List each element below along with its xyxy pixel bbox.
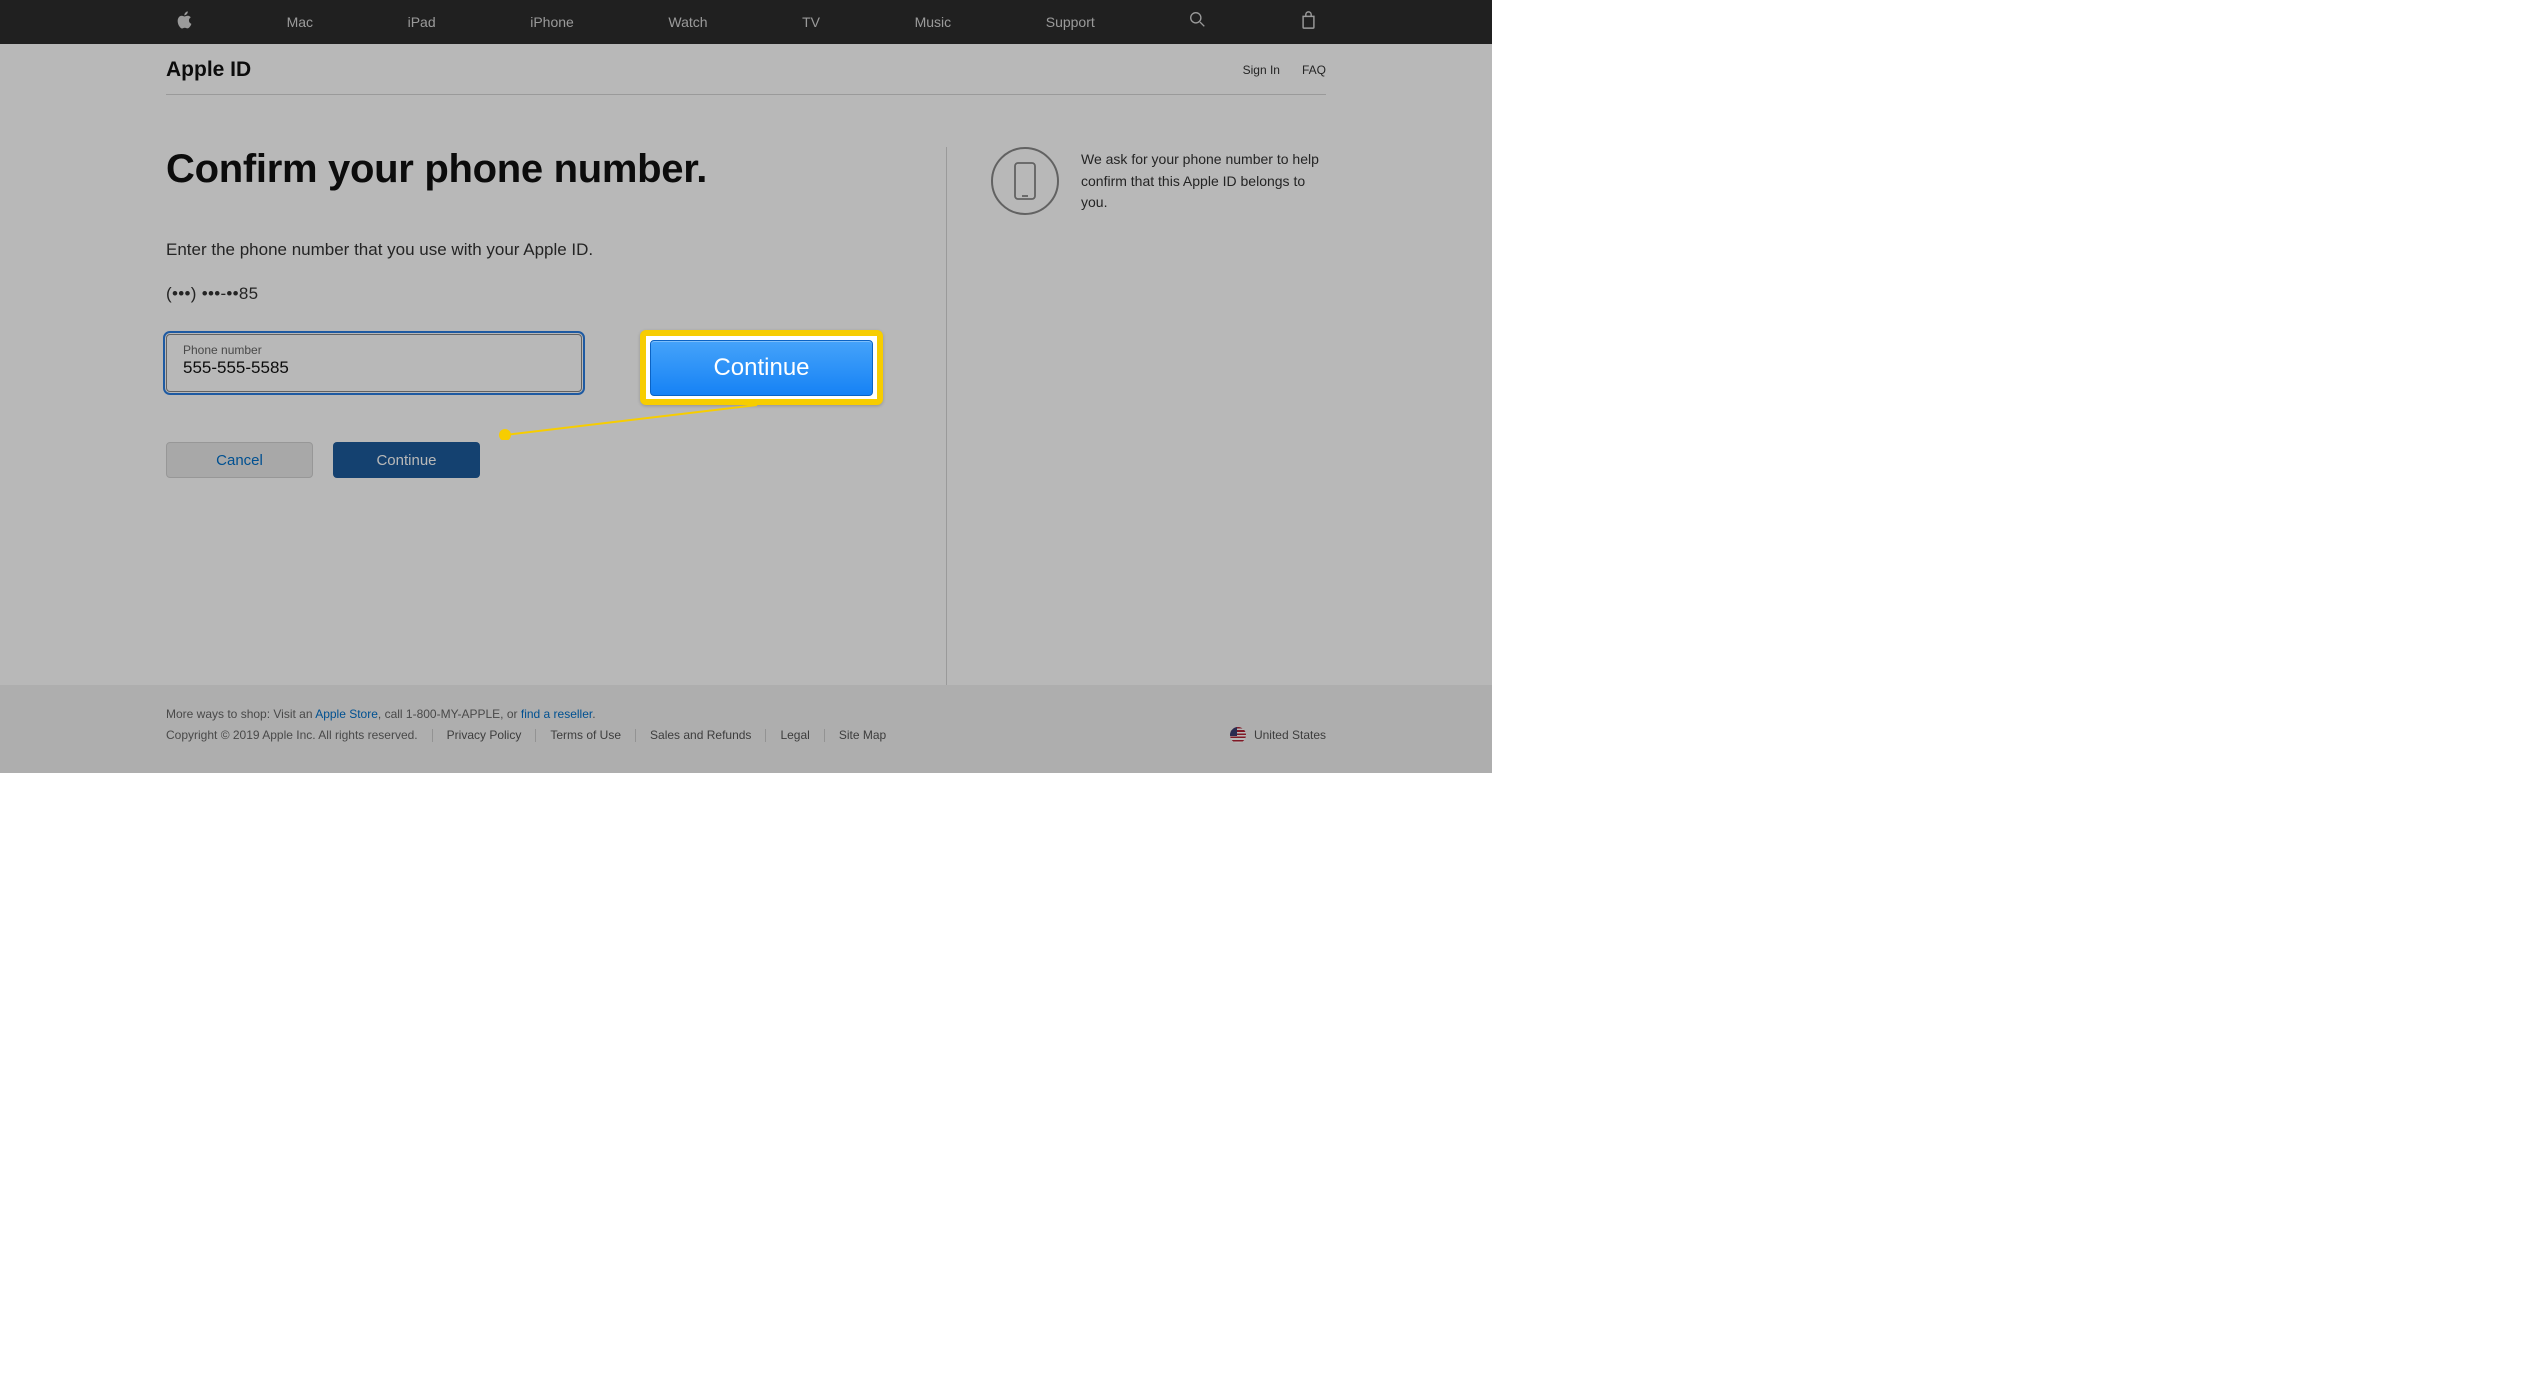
- phone-number-label: Phone number: [183, 343, 565, 357]
- sign-in-link[interactable]: Sign In: [1243, 63, 1280, 77]
- continue-button[interactable]: Continue: [333, 442, 480, 478]
- site-map-link[interactable]: Site Map: [839, 728, 886, 742]
- bag-icon[interactable]: [1301, 11, 1316, 34]
- search-icon[interactable]: [1189, 11, 1206, 33]
- phone-number-input-wrap[interactable]: Phone number: [166, 334, 582, 392]
- nav-support[interactable]: Support: [1046, 14, 1095, 30]
- footer-shop-line: More ways to shop: Visit an Apple Store,…: [166, 707, 1326, 721]
- phone-number-input[interactable]: [183, 358, 565, 378]
- apple-logo-icon[interactable]: [176, 11, 192, 34]
- us-flag-icon: [1230, 727, 1246, 743]
- locale-selector[interactable]: United States: [1230, 727, 1326, 743]
- nav-iphone[interactable]: iPhone: [530, 14, 574, 30]
- phone-icon: [991, 147, 1059, 215]
- callout-highlight: Continue: [640, 330, 883, 405]
- copyright-text: Copyright © 2019 Apple Inc. All rights r…: [166, 728, 418, 742]
- nav-mac[interactable]: Mac: [287, 14, 313, 30]
- subheader: Apple ID Sign In FAQ: [166, 44, 1326, 95]
- page-section-title: Apple ID: [166, 58, 251, 82]
- masked-phone-number: (•••) •••-••85: [166, 284, 906, 304]
- aside-info-text: We ask for your phone number to help con…: [1081, 147, 1321, 214]
- terms-of-use-link[interactable]: Terms of Use: [550, 728, 621, 742]
- faq-link[interactable]: FAQ: [1302, 63, 1326, 77]
- sales-refunds-link[interactable]: Sales and Refunds: [650, 728, 751, 742]
- callout-continue-button: Continue: [650, 340, 873, 396]
- footer: More ways to shop: Visit an Apple Store,…: [0, 685, 1492, 773]
- apple-store-link[interactable]: Apple Store: [315, 707, 378, 721]
- legal-link[interactable]: Legal: [780, 728, 809, 742]
- instruction-text: Enter the phone number that you use with…: [166, 240, 906, 260]
- nav-watch[interactable]: Watch: [668, 14, 707, 30]
- nav-music[interactable]: Music: [915, 14, 952, 30]
- global-nav: Mac iPad iPhone Watch TV Music Support: [0, 0, 1492, 44]
- privacy-policy-link[interactable]: Privacy Policy: [447, 728, 522, 742]
- find-reseller-link[interactable]: find a reseller: [521, 707, 592, 721]
- nav-tv[interactable]: TV: [802, 14, 820, 30]
- page-heading: Confirm your phone number.: [166, 147, 906, 192]
- nav-ipad[interactable]: iPad: [408, 14, 436, 30]
- cancel-button[interactable]: Cancel: [166, 442, 313, 478]
